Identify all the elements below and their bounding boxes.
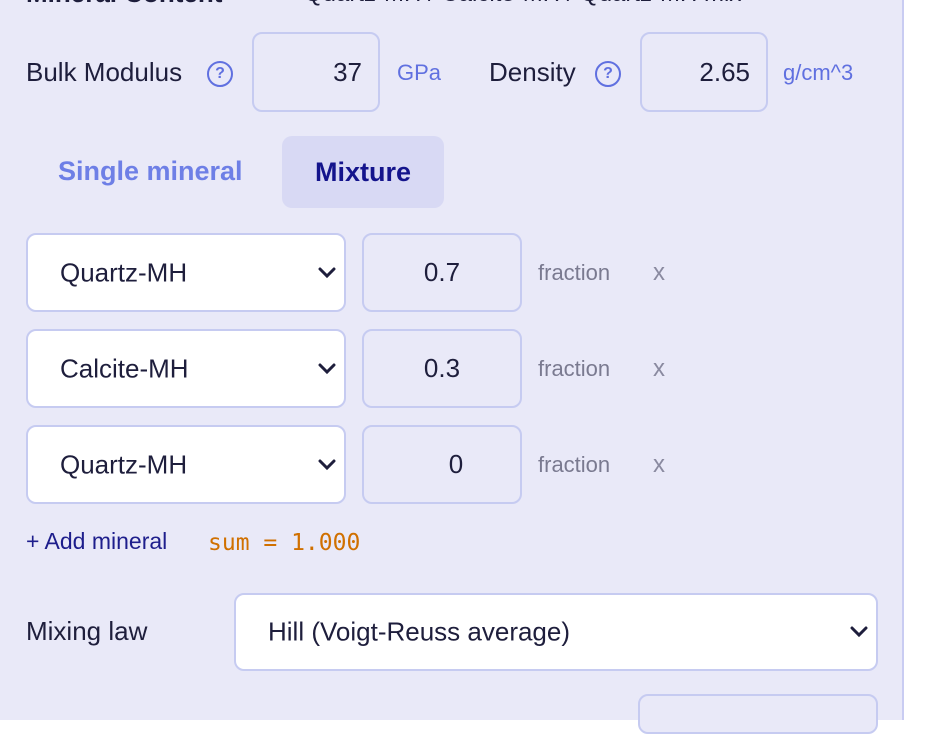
bulk-modulus-help-icon[interactable]: ?: [207, 61, 233, 87]
fraction-sum: sum = 1.000: [208, 530, 361, 556]
chevron-down-icon: [318, 363, 336, 374]
tab-single-mineral[interactable]: Single mineral: [58, 156, 243, 187]
fraction-input[interactable]: 0.7: [362, 233, 522, 312]
fraction-label: fraction: [538, 356, 611, 381]
density-unit: g/cm^3: [783, 60, 854, 85]
mineral-select[interactable]: Calcite-MH: [26, 329, 346, 408]
remove-mineral-button[interactable]: x: [653, 451, 665, 479]
mineral-select-value: Quartz-MH: [60, 257, 188, 287]
bulk-modulus-input[interactable]: 37: [252, 32, 380, 112]
remove-mineral-button[interactable]: x: [653, 259, 665, 287]
mineral-select[interactable]: Quartz-MH: [26, 425, 346, 504]
density-help-icon[interactable]: ?: [595, 61, 621, 87]
bulk-modulus-unit: GPa: [397, 60, 442, 85]
remove-mineral-button[interactable]: x: [653, 355, 665, 383]
mixing-law-value: Hill (Voigt-Reuss average): [268, 616, 571, 647]
mineral-select-value: Quartz-MH: [60, 449, 188, 479]
mineral-select[interactable]: Quartz-MH: [26, 233, 346, 312]
add-mineral-link[interactable]: + Add mineral: [26, 528, 167, 555]
fraction-label: fraction: [538, 452, 611, 477]
chevron-down-icon: [318, 267, 336, 278]
partial-input[interactable]: [638, 694, 878, 734]
chevron-down-icon: [850, 626, 868, 638]
fraction-input[interactable]: 0.3: [362, 329, 522, 408]
section-summary: Quartz-MH / Calcite-MH / Quartz-MH mix: [304, 0, 741, 8]
density-input[interactable]: 2.65: [640, 32, 768, 112]
mixing-law-select[interactable]: Hill (Voigt-Reuss average): [234, 593, 878, 671]
density-label: Density: [489, 57, 576, 87]
bulk-modulus-label: Bulk Modulus: [26, 57, 183, 87]
fraction-label: fraction: [538, 260, 611, 285]
mixing-law-label: Mixing law: [26, 616, 148, 646]
mineral-select-value: Calcite-MH: [60, 353, 189, 383]
section-title: Mineral Content: [26, 0, 222, 9]
chevron-down-icon: [318, 459, 336, 470]
fraction-input[interactable]: 0: [362, 425, 522, 504]
tab-mixture[interactable]: Mixture: [282, 136, 444, 208]
